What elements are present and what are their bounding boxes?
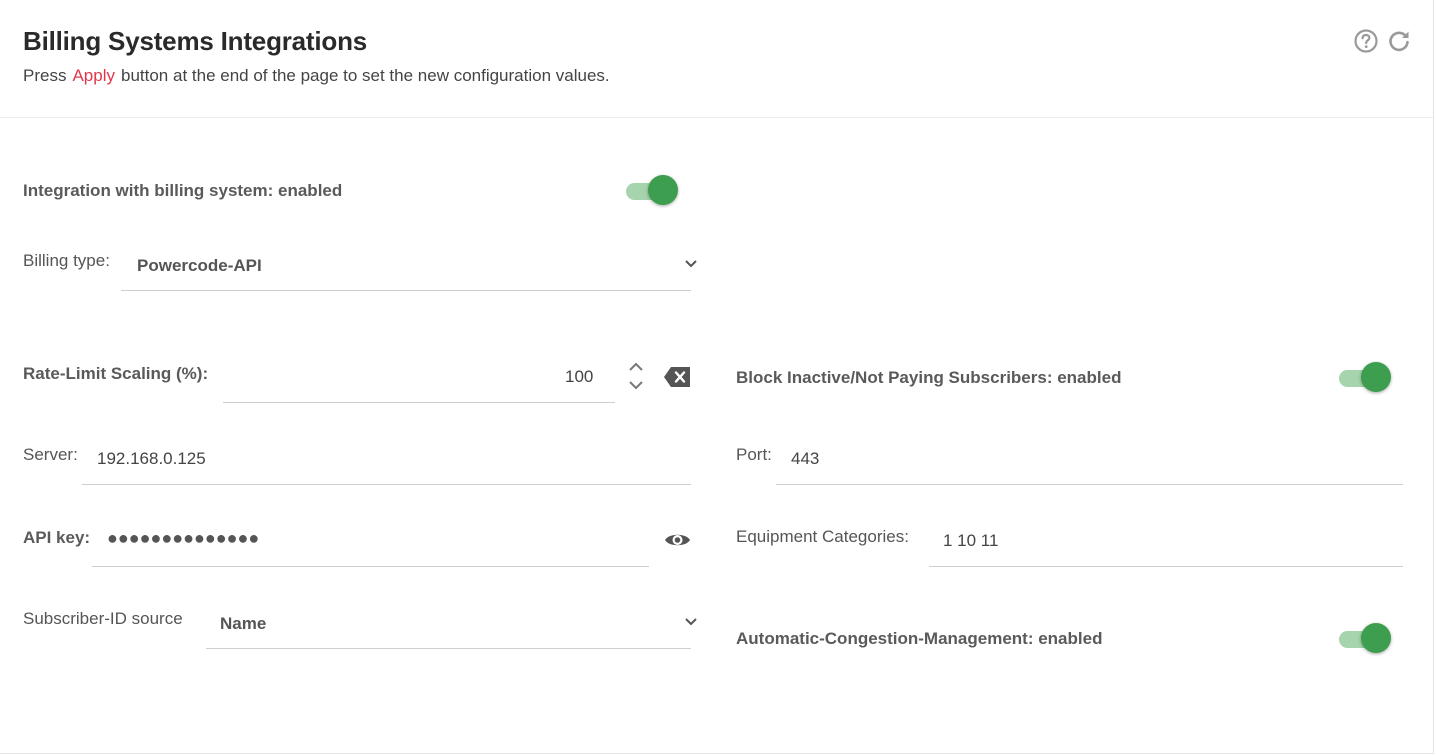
rate-limit-label-text: Rate-Limit Scaling (%): (23, 364, 209, 383)
block-inactive-toggle[interactable] (1339, 362, 1393, 392)
block-inactive-label: Block Inactive/Not Paying Subscribers: e… (736, 368, 1122, 387)
congestion-toggle[interactable] (1339, 623, 1393, 653)
chevron-down-icon[interactable] (684, 259, 698, 269)
rate-limit-label: Rate-Limit Scaling (%): (23, 364, 208, 384)
integration-label: Integration with billing system: enabled (23, 181, 343, 200)
server-label: Server: (23, 445, 78, 464)
subtitle-apply-highlight: Apply (72, 66, 115, 85)
page-subtitle: Press Apply button at the end of the page … (23, 66, 610, 86)
rate-limit-input[interactable]: 100 (565, 367, 593, 387)
congestion-label: Automatic-Congestion-Management: enabled (736, 629, 1103, 648)
clear-input-icon[interactable] (663, 366, 691, 388)
billing-panel: Billing Systems Integrations Press Apply b… (0, 0, 1434, 754)
header-divider (0, 117, 1433, 118)
api-key-underline (92, 566, 649, 567)
subscriber-id-label: Subscriber-ID source (23, 609, 183, 628)
billing-type-underline (121, 290, 691, 291)
toggle-knob (1361, 623, 1391, 653)
equipment-categories-underline (929, 566, 1403, 567)
stepper-icon[interactable] (627, 361, 645, 391)
toggle-knob (648, 175, 678, 205)
chevron-down-icon[interactable] (684, 617, 698, 627)
subtitle-prefix: Press (23, 66, 67, 85)
eye-icon[interactable] (664, 531, 691, 549)
equipment-categories-input[interactable]: 1 10 11 (943, 531, 998, 551)
subscriber-id-underline (206, 648, 691, 649)
rate-limit-underline (223, 402, 615, 403)
help-icon[interactable] (1353, 28, 1379, 54)
port-underline (776, 484, 1403, 485)
api-key-input[interactable]: ●●●●●●●●●●●●●● (107, 528, 259, 549)
port-input[interactable]: 443 (791, 449, 819, 469)
page-title: Billing Systems Integrations (23, 26, 368, 56)
subscriber-id-select[interactable]: Name (220, 614, 266, 634)
server-input[interactable]: 192.168.0.125 (97, 449, 206, 469)
api-key-label: API key: (23, 528, 91, 547)
refresh-icon[interactable] (1387, 28, 1411, 54)
equipment-categories-label: Equipment Categories: (736, 527, 909, 546)
integration-toggle[interactable] (626, 175, 680, 205)
header-actions (1353, 28, 1411, 54)
billing-type-select[interactable]: Powercode-API (137, 256, 262, 276)
port-label: Port: (736, 445, 772, 464)
toggle-knob (1361, 362, 1391, 392)
server-underline (82, 484, 691, 485)
subtitle-suffix: button at the end of the page to set the… (121, 66, 610, 85)
billing-type-label: Billing type: (23, 251, 110, 270)
